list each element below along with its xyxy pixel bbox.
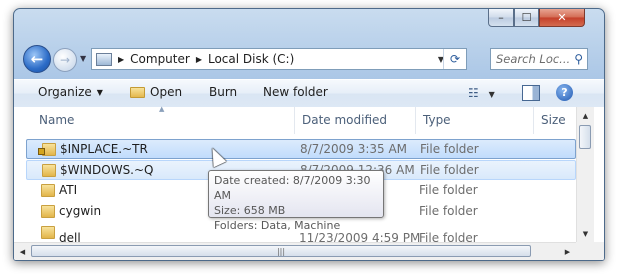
column-size[interactable]: Size: [534, 107, 576, 134]
scroll-left-icon[interactable]: ◀: [14, 243, 31, 260]
scroll-corner: [576, 242, 604, 260]
refresh-icon: ⟳: [449, 52, 461, 66]
lock-icon: [38, 148, 45, 155]
file-type: File folder: [420, 142, 479, 156]
open-label: Open: [150, 85, 183, 99]
file-date: 8/7/2009 3:35 AM: [300, 142, 408, 156]
chevron-right-icon[interactable]: ▶: [118, 55, 124, 64]
vertical-scrollbar[interactable]: ▲ ▼: [576, 107, 594, 242]
column-name[interactable]: Name: [32, 107, 295, 134]
organize-label: Organize: [38, 85, 92, 99]
horizontal-scrollbar[interactable]: ◀ ||| ▶: [14, 242, 576, 260]
search-box[interactable]: Search Loc... ⚲: [490, 48, 588, 70]
grip-icon: |||: [276, 246, 286, 256]
help-button[interactable]: ?: [556, 84, 573, 101]
file-type: File folder: [419, 231, 478, 242]
column-type[interactable]: Type: [416, 107, 534, 134]
chevron-down-icon[interactable]: ▼: [489, 90, 495, 99]
breadcrumb-label[interactable]: Local Disk (C:): [208, 52, 294, 66]
file-name: $WINDOWS.~Q: [60, 163, 154, 177]
folder-icon: [42, 164, 56, 177]
breadcrumb-label[interactable]: Computer: [130, 52, 190, 66]
chevron-right-icon[interactable]: ▶: [196, 55, 202, 64]
folder-icon: [130, 86, 145, 98]
burn-label: Burn: [209, 85, 238, 99]
maximize-button[interactable]: ☐: [514, 9, 539, 27]
horizontal-scroll-thumb[interactable]: |||: [31, 245, 531, 257]
search-input[interactable]: Search Loc...: [496, 52, 570, 66]
organize-button[interactable]: Organize ▼: [38, 85, 103, 99]
folder-icon: [41, 184, 55, 197]
new-folder-label: New folder: [263, 85, 328, 99]
minimize-button[interactable]: –: [488, 9, 514, 27]
folder-icon: [41, 205, 55, 218]
change-view-button[interactable]: ☷ ▼: [468, 86, 495, 100]
search-icon[interactable]: ⚲: [574, 52, 583, 66]
vertical-scroll-thumb[interactable]: [579, 125, 591, 149]
recent-pages-dropdown[interactable]: ▼: [80, 54, 86, 63]
file-name: cygwin: [59, 204, 102, 218]
tooltip-size: Size: 658 MB: [214, 204, 286, 217]
forward-button[interactable]: →: [53, 48, 77, 72]
preview-pane-button[interactable]: [522, 85, 540, 101]
close-button[interactable]: ✕: [539, 9, 585, 27]
file-name: $INPLACE.~TR: [60, 142, 148, 156]
burn-button[interactable]: Burn: [209, 85, 237, 99]
command-bar: Organize ▼ Open Burn New folder ☷ ▼ ?: [14, 79, 604, 108]
address-bar[interactable]: ▶ Computer ▶ Local Disk (C:) ▼ ⟳: [91, 48, 467, 70]
scroll-up-icon[interactable]: ▲: [577, 107, 594, 124]
view-list-icon: ☷: [468, 86, 479, 100]
scroll-right-icon[interactable]: ▶: [559, 243, 576, 260]
back-button[interactable]: ←: [23, 45, 51, 73]
breadcrumb-local-disk[interactable]: ▶ Local Disk (C:): [196, 52, 294, 66]
file-name: dell: [59, 231, 81, 242]
tooltip-date-created: Date created: 8/7/2009 3:30 AM: [214, 174, 371, 202]
new-folder-button[interactable]: New folder: [263, 85, 328, 99]
file-type: File folder: [420, 163, 479, 177]
forward-arrow-icon: →: [59, 53, 71, 67]
file-row-inplace[interactable]: $INPLACE.~TR 8/7/2009 3:35 AM File folde…: [26, 139, 576, 159]
scroll-down-icon[interactable]: ▼: [577, 225, 594, 242]
folder-icon: [41, 226, 55, 239]
computer-icon: [96, 52, 112, 66]
breadcrumb-computer[interactable]: ▶ Computer: [118, 52, 190, 66]
help-icon: ?: [561, 86, 568, 99]
refresh-button[interactable]: ⟳: [443, 49, 466, 69]
chevron-down-icon: ▼: [96, 87, 103, 97]
column-date-modified[interactable]: Date modified: [295, 107, 416, 134]
back-arrow-icon: ←: [30, 50, 44, 68]
file-type: File folder: [419, 204, 478, 218]
folder-info-tooltip: Date created: 8/7/2009 3:30 AM Size: 658…: [208, 170, 384, 232]
file-name: ATI: [59, 183, 78, 197]
file-type: File folder: [419, 183, 478, 197]
open-button[interactable]: Open: [130, 85, 182, 99]
tooltip-folders: Folders: Data, Machine: [214, 219, 341, 232]
column-header-row: ▲ Name Date modified Type Size: [14, 105, 576, 134]
